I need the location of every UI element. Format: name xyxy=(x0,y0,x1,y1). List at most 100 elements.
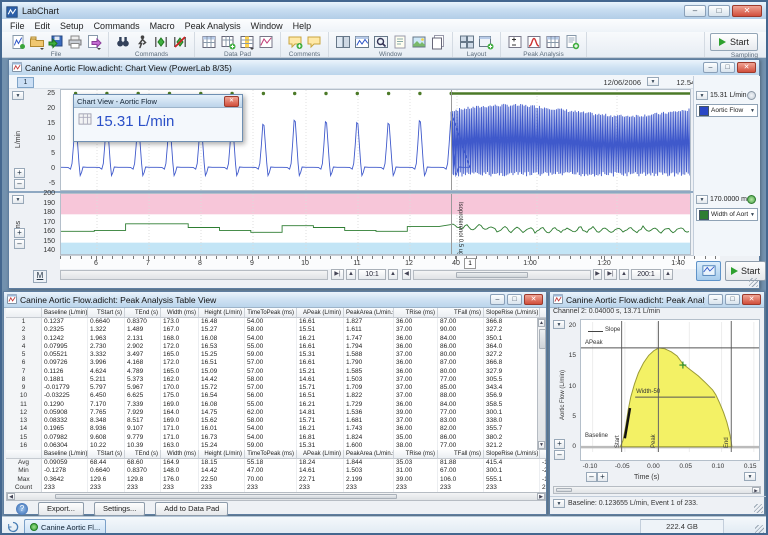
right-hscrollbar[interactable] xyxy=(413,270,591,280)
pa-chart-icon[interactable] xyxy=(525,33,543,50)
table-row[interactable]: 80.18815.2115.373162.014.4258.0014.611.5… xyxy=(6,376,546,384)
table-row[interactable]: 40.079952.7302.902172.016.5355.0016.611.… xyxy=(6,343,546,351)
left-hscrollbar[interactable] xyxy=(60,270,328,280)
channel2-value-dropdown[interactable]: ▼ xyxy=(696,195,708,204)
menu-edit[interactable]: Edit xyxy=(30,21,56,31)
chart-window-icon[interactable] xyxy=(353,33,371,50)
clear-mark-icon[interactable] xyxy=(171,33,189,50)
menu-help[interactable]: Help xyxy=(288,21,317,31)
tooltip-titlebar[interactable]: Chart View - Aortic Flow ✕ xyxy=(74,95,242,108)
chart-maximize-button[interactable]: □ xyxy=(720,62,735,73)
table-hscroll-thumb[interactable] xyxy=(55,494,397,499)
chart-start-button[interactable]: Start xyxy=(725,261,766,281)
menu-commands[interactable]: Commands xyxy=(89,21,145,31)
peak-minimize-button[interactable]: – xyxy=(708,294,723,305)
export-icon[interactable] xyxy=(85,33,103,50)
right-compress-button[interactable]: ▲ xyxy=(619,269,629,280)
channel2-selector[interactable]: Width of Aortic... ▼ xyxy=(696,208,758,221)
left-expand-button[interactable]: ▲ xyxy=(388,269,398,280)
print-icon[interactable] xyxy=(66,33,84,50)
table-row[interactable]: 10-0.032256.4506.625175.016.5456.0016.51… xyxy=(6,392,546,400)
table-row[interactable]: 140.19658.9369.107171.016.0154.0016.211.… xyxy=(6,425,546,433)
menu-window[interactable]: Window xyxy=(246,21,288,31)
peak-hscrollbar[interactable]: ▶ xyxy=(553,486,761,494)
chart-window-titlebar[interactable]: Canine Aortic Flow.adicht: Chart View (P… xyxy=(9,60,759,76)
menu-peak-analysis[interactable]: Peak Analysis xyxy=(180,21,246,31)
layout-tile-icon[interactable] xyxy=(458,33,476,50)
table-close-button[interactable]: ✕ xyxy=(524,294,543,305)
right-expand-button[interactable]: ▲ xyxy=(663,269,673,280)
table-maximize-button[interactable]: □ xyxy=(507,294,522,305)
settings-button[interactable]: Settings... xyxy=(94,502,145,516)
channel1-info-icon[interactable] xyxy=(747,91,756,100)
table-row[interactable]: 50.055213.3323.497165.015.2559.0015.311.… xyxy=(6,351,546,359)
app-resize-grip[interactable] xyxy=(755,525,764,534)
channel1-value-dropdown[interactable]: ▼ xyxy=(696,91,708,100)
peak-close-button[interactable]: ✕ xyxy=(742,294,761,305)
channel1-scale-dropdown[interactable]: ▼ xyxy=(12,91,24,100)
maximize-button[interactable]: □ xyxy=(708,5,730,17)
datapad-add-icon[interactable] xyxy=(219,33,237,50)
right-scroll-mode-button[interactable]: ▶| xyxy=(604,269,617,280)
find-icon[interactable] xyxy=(114,33,132,50)
table-row[interactable]: 9-0.017795.7975.967170.015.7257.0015.711… xyxy=(6,384,546,392)
channel2-zoom-out-button[interactable]: – xyxy=(14,239,25,249)
table-hscrollbar[interactable]: ◀ ▶ xyxy=(6,492,546,501)
channel1-zoom-in-button[interactable]: + xyxy=(14,168,25,178)
zoom-window-icon[interactable] xyxy=(372,33,390,50)
right-scroll-right-arrow[interactable]: ▶ xyxy=(593,269,602,280)
table-scroll-right-arrow[interactable]: ▶ xyxy=(537,493,545,500)
sampling-start-button[interactable]: Start xyxy=(710,33,758,51)
channel2-info-icon[interactable] xyxy=(747,195,756,204)
image-window-icon[interactable] xyxy=(410,33,428,50)
menu-setup[interactable]: Setup xyxy=(55,21,89,31)
open-icon[interactable] xyxy=(28,33,46,50)
marker-dock[interactable]: M xyxy=(33,270,47,283)
comment-icon[interactable] xyxy=(305,33,323,50)
table-row[interactable]: 110.12907.1707.339169.016.0855.0016.211.… xyxy=(6,401,546,409)
comment-marker-chip[interactable]: 1 xyxy=(464,258,476,269)
table-scroll-left-arrow[interactable]: ◀ xyxy=(7,493,15,500)
peak-maximize-button[interactable]: □ xyxy=(725,294,740,305)
chart-resize-grip[interactable] xyxy=(749,278,758,287)
table-row[interactable]: 120.059087.7657.929164.014.7562.0014.811… xyxy=(6,409,546,417)
peak-xzoom-out-button[interactable]: – xyxy=(586,472,597,482)
new-chart-icon[interactable] xyxy=(9,33,27,50)
table-row[interactable]: 60.097263.9964.168172.016.5157.0016.611.… xyxy=(6,359,546,367)
comment-add-icon[interactable] xyxy=(286,33,304,50)
block-marker-chip[interactable]: 1 xyxy=(17,77,34,88)
help-icon[interactable]: ? xyxy=(16,503,28,515)
copy-window-icon[interactable] xyxy=(429,33,447,50)
monitor-icon[interactable] xyxy=(7,520,19,535)
table-row[interactable]: 70.11264.6244.789165.015.0957.0015.211.5… xyxy=(6,368,546,376)
tooltip-close-button[interactable]: ✕ xyxy=(224,96,239,107)
add-to-datapad-button[interactable]: Add to Data Pad xyxy=(155,502,228,516)
layout-new-icon[interactable] xyxy=(477,33,495,50)
minichart-icon[interactable] xyxy=(257,33,275,50)
right-ratio-button[interactable]: 200:1 xyxy=(631,269,661,280)
pa-table-icon[interactable] xyxy=(544,33,562,50)
table-scroll-down-arrow[interactable]: ▼ xyxy=(538,441,545,449)
table-row[interactable]: 20.23251.3221.489167.015.2758.0015.511.6… xyxy=(6,326,546,334)
main-titlebar[interactable]: LabChart – □ ✕ xyxy=(2,2,766,20)
value-tooltip-window[interactable]: Chart View - Aortic Flow ✕ 15.31 L/min xyxy=(73,94,243,142)
chart-close-button[interactable]: ✕ xyxy=(737,62,756,73)
channel1-zoom-out-button[interactable]: – xyxy=(14,179,25,189)
taskbar-document-tab[interactable]: Canine Aortic Fl... xyxy=(24,519,106,535)
left-ratio-button[interactable]: 10:1 xyxy=(358,269,386,280)
chart-minimize-button[interactable]: – xyxy=(703,62,718,73)
datapad-view-icon[interactable] xyxy=(200,33,218,50)
channel1-selector[interactable]: Aortic Flow ▼ xyxy=(696,104,758,117)
pa-report-icon[interactable] xyxy=(563,33,581,50)
table-vscroll-thumb[interactable] xyxy=(539,329,546,349)
table-scroll-up-arrow[interactable]: ▲ xyxy=(538,319,545,327)
table-window-titlebar[interactable]: Canine Aortic Flow.adicht: Peak Analysis… xyxy=(4,292,546,308)
datapad-select-icon[interactable] xyxy=(238,33,256,50)
left-scroll-mode-button[interactable]: ▶| xyxy=(331,269,344,280)
save-icon[interactable] xyxy=(47,33,65,50)
peak-window-titlebar[interactable]: Canine Aortic Flow.adicht: Peak Analysis… xyxy=(550,292,764,308)
table-row[interactable]: 160.0630410.2210.39163.015.2459.0015.311… xyxy=(6,442,546,450)
peak-scroll-right-arrow[interactable]: ▶ xyxy=(752,487,760,493)
peak-axis-dropdown[interactable]: ▼ xyxy=(744,472,756,481)
table-row[interactable]: 10.12370.66400.8370173.016.4854.0016.611… xyxy=(6,318,546,326)
